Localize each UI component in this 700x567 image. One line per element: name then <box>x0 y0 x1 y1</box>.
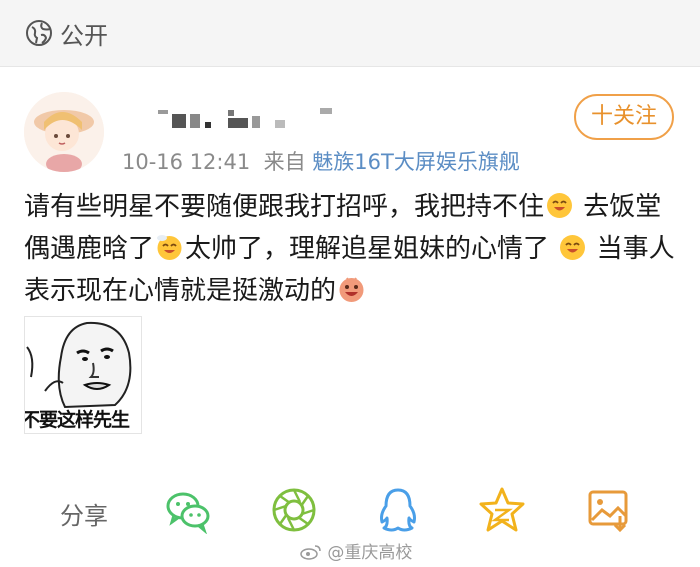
meme-image[interactable]: 不要这样先生 <box>24 316 142 434</box>
follow-button[interactable]: 十关注 <box>574 94 674 140</box>
from-label: 来自 <box>263 150 306 174</box>
shy-smile-emoji-icon <box>157 235 182 260</box>
username-blurred[interactable] <box>150 104 350 132</box>
post-text: 请有些明星不要随便跟我打招呼，我把持不住 去饭堂偶遇鹿晗了 太帅了，理解追星姐妹的… <box>24 186 684 312</box>
share-label: 分享 <box>60 502 108 530</box>
meme-caption: 不要这样先生 <box>24 409 130 431</box>
qzone-icon[interactable] <box>478 486 526 534</box>
moments-icon[interactable] <box>270 486 318 534</box>
post-timestamp: 10-16 12:41 <box>122 150 251 174</box>
qq-icon[interactable] <box>374 486 422 534</box>
watermark: @重庆高校 <box>300 538 412 563</box>
avatar-image <box>24 92 104 172</box>
globe-icon <box>26 20 52 46</box>
wechat-icon[interactable] <box>164 486 212 534</box>
watermark-text: @重庆高校 <box>327 543 413 563</box>
blurred-name-image <box>158 108 332 128</box>
excited-emoji-icon <box>339 277 364 302</box>
weibo-logo-icon <box>300 545 321 560</box>
post-text-part-3: 太帅了，理解追星姐妹的心情了 <box>185 234 550 264</box>
smile-emoji-icon <box>560 235 586 260</box>
save-image-icon[interactable] <box>584 486 632 534</box>
post-meta: 10-16 12:41 来自 魅族16T大屏娱乐旗舰 <box>122 146 520 176</box>
visibility-bar: 公开 <box>0 0 700 67</box>
device-link[interactable]: 魅族16T大屏娱乐旗舰 <box>312 150 520 174</box>
visibility-label: 公开 <box>60 22 108 50</box>
avatar[interactable] <box>24 92 104 172</box>
smile-emoji-icon <box>547 193 573 218</box>
post-text-part-1: 请有些明星不要随便跟我打招呼，我把持不住 <box>24 192 545 222</box>
